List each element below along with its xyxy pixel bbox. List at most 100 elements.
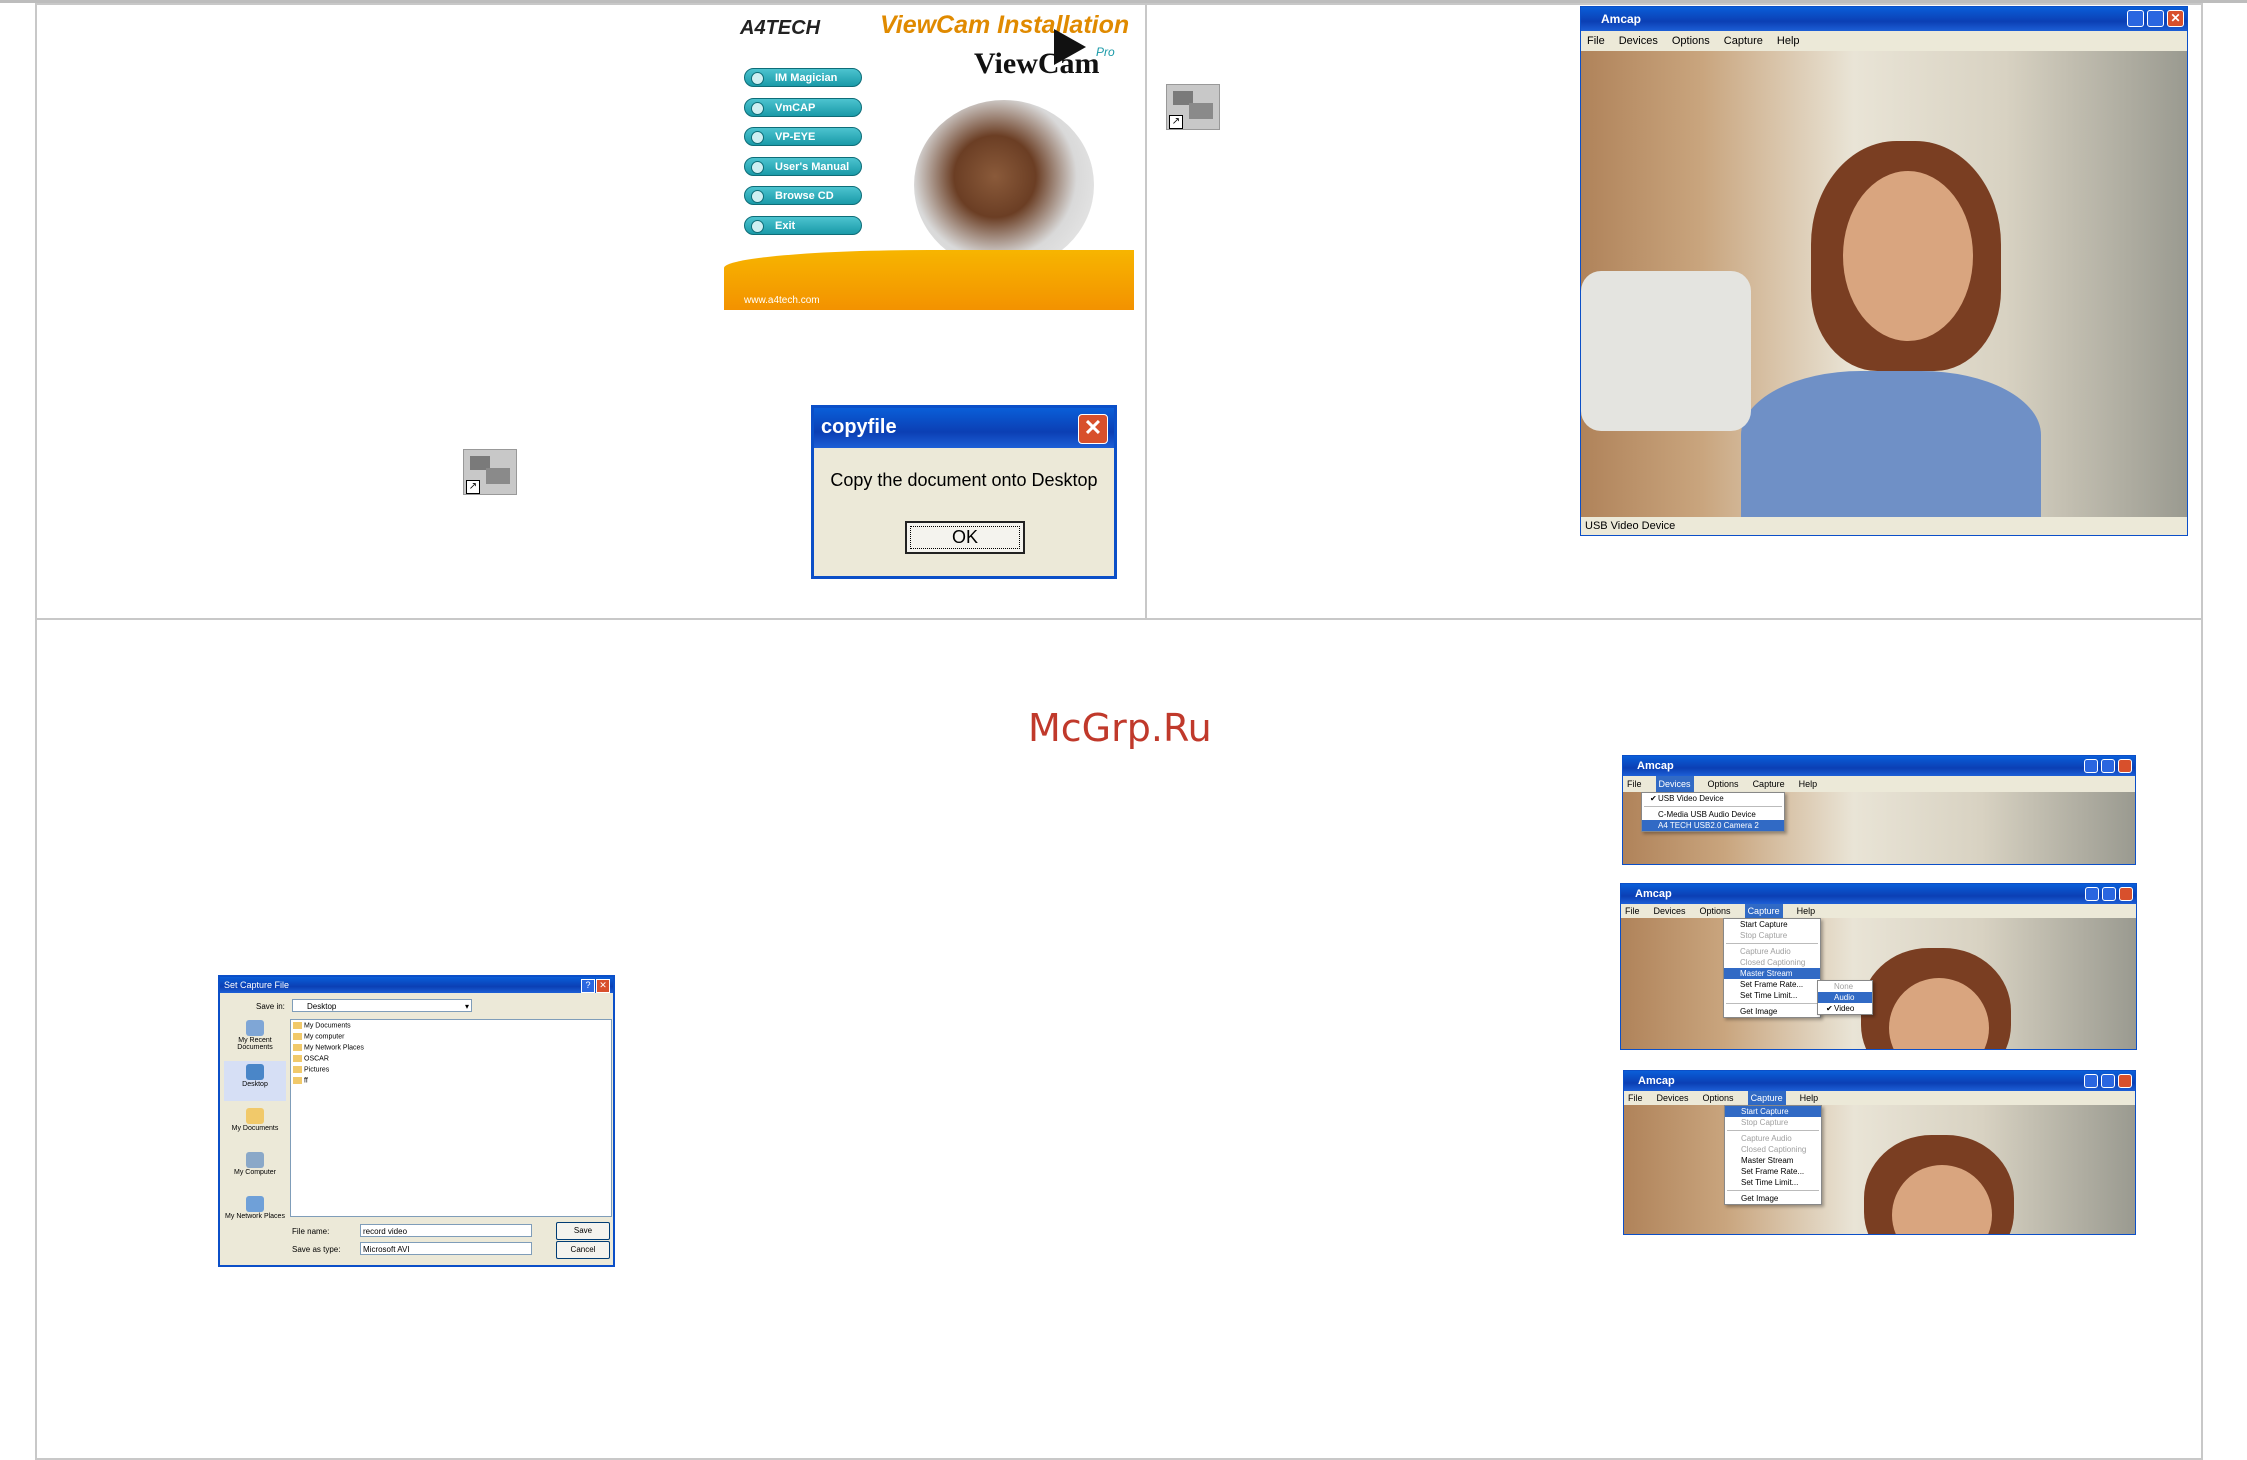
menu-item-closed-captioning[interactable]: Closed Captioning <box>1724 957 1820 968</box>
copyfile-titlebar: copyfile ✕ <box>814 408 1114 448</box>
file-type-select[interactable]: Microsoft AVI <box>360 1242 532 1255</box>
menu-options[interactable]: Options <box>1708 776 1739 792</box>
menu-devices[interactable]: Devices <box>1654 904 1686 918</box>
cancel-button[interactable]: Cancel <box>556 1241 610 1259</box>
menu-separator <box>1727 1130 1819 1131</box>
file-entry[interactable]: My Documents <box>293 1022 351 1029</box>
close-icon[interactable] <box>2118 759 2132 773</box>
maximize-icon[interactable] <box>2101 759 2115 773</box>
place-desktop[interactable]: Desktop <box>224 1061 286 1101</box>
menu-file[interactable]: File <box>1587 31 1605 51</box>
menu-item-c-media-usb-audio-device[interactable]: C-Media USB Audio Device <box>1642 809 1784 820</box>
menu-item-master-stream[interactable]: Master Stream <box>1725 1155 1821 1166</box>
menu-item-label: Set Frame Rate... <box>1741 1167 1805 1176</box>
menu-devices[interactable]: Devices <box>1655 776 1694 792</box>
menu-options[interactable]: Options <box>1703 1091 1734 1105</box>
help-icon[interactable]: ? <box>581 979 595 993</box>
menu-capture[interactable]: Capture <box>1744 904 1783 918</box>
maximize-icon[interactable] <box>2147 10 2164 27</box>
file-list[interactable]: My Documents My computer My Network Places… <box>290 1019 612 1217</box>
place-my-documents[interactable]: My Documents <box>224 1105 286 1145</box>
minimize-icon[interactable] <box>2084 1074 2098 1088</box>
place-my-recent-documents[interactable]: My Recent Documents <box>224 1017 286 1057</box>
save-button[interactable]: Save <box>556 1222 610 1240</box>
bullet-icon <box>751 72 764 85</box>
menu-help[interactable]: Help <box>1799 776 1818 792</box>
menu-item-usb-video-device[interactable]: ✔USB Video Device <box>1642 793 1784 804</box>
file-name-input[interactable]: record video <box>360 1224 532 1237</box>
menu-item-a4-tech-usb2-0-camera-2[interactable]: A4 TECH USB2.0 Camera 2 <box>1642 820 1784 831</box>
amcap-devices-titlebar: Amcap <box>1623 756 2135 776</box>
menu-item-master-stream[interactable]: Master Stream <box>1724 968 1820 979</box>
close-icon[interactable]: ✕ <box>596 979 610 993</box>
menu-item-set-frame-rate[interactable]: Set Frame Rate... <box>1724 979 1820 990</box>
menu-help[interactable]: Help <box>1777 31 1800 51</box>
menu-capture[interactable]: Capture <box>1724 31 1763 51</box>
menu-item-none[interactable]: None <box>1818 981 1872 992</box>
file-entry[interactable]: OSCAR <box>293 1055 329 1062</box>
menu-file[interactable]: File <box>1625 904 1640 918</box>
menu-item-label: Master Stream <box>1741 1156 1794 1165</box>
save-dialog-titlebar: Set Capture File ? ✕ <box>220 977 613 993</box>
menu-item-closed-captioning[interactable]: Closed Captioning <box>1725 1144 1821 1155</box>
menu-capture[interactable]: Capture <box>1753 776 1785 792</box>
menu-devices[interactable]: Devices <box>1619 31 1658 51</box>
amcap-statusbar: USB Video Device <box>1581 517 2187 535</box>
menu-item-get-image[interactable]: Get Image <box>1724 1006 1820 1017</box>
installer-button-exit[interactable]: Exit <box>744 215 862 235</box>
installer-button-user-s-manual[interactable]: User's Manual <box>744 156 862 176</box>
menu-item-set-time-limit[interactable]: Set Time Limit... <box>1724 990 1820 1001</box>
menu-item-stop-capture[interactable]: Stop Capture <box>1725 1117 1821 1128</box>
file-entry[interactable]: My Network Places <box>293 1044 364 1051</box>
folder-icon <box>293 1033 302 1040</box>
menu-item-capture-audio[interactable]: Capture Audio <box>1724 946 1820 957</box>
menu-file[interactable]: File <box>1627 776 1642 792</box>
place-my-computer[interactable]: My Computer <box>224 1149 286 1189</box>
close-icon[interactable] <box>2119 887 2133 901</box>
close-icon[interactable]: ✕ <box>1078 414 1108 444</box>
maximize-icon[interactable] <box>2102 887 2116 901</box>
minimize-icon[interactable] <box>2084 759 2098 773</box>
minimize-icon[interactable] <box>2085 887 2099 901</box>
menu-item-start-capture[interactable]: Start Capture <box>1724 919 1820 930</box>
menu-item-get-image[interactable]: Get Image <box>1725 1193 1821 1204</box>
installer-button-label: User's Manual <box>775 160 850 173</box>
file-entry[interactable]: ff <box>293 1077 308 1084</box>
menu-item-audio[interactable]: Audio <box>1818 992 1872 1003</box>
menu-item-video[interactable]: ✔Video <box>1818 1003 1872 1014</box>
menu-item-label: Get Image <box>1740 1007 1778 1016</box>
menu-item-stop-capture[interactable]: Stop Capture <box>1724 930 1820 941</box>
bullet-icon <box>751 190 764 203</box>
minimize-icon[interactable] <box>2127 10 2144 27</box>
menu-capture[interactable]: Capture <box>1747 1091 1786 1105</box>
place-my-network-places[interactable]: My Network Places <box>224 1193 286 1233</box>
menu-item-start-capture[interactable]: Start Capture <box>1725 1106 1821 1117</box>
checkmark-icon: ✔ <box>1826 1004 1833 1013</box>
menu-item-capture-audio[interactable]: Capture Audio <box>1725 1133 1821 1144</box>
save-in-dropdown[interactable]: Desktop ▾ <box>292 999 472 1012</box>
webcam-video-frame <box>1581 51 2187 517</box>
installer-button-browse-cd[interactable]: Browse CD <box>744 186 862 205</box>
desktop-icon <box>246 1064 264 1080</box>
menu-help[interactable]: Help <box>1800 1091 1819 1105</box>
program-shortcut-icon[interactable]: ↗ <box>463 449 517 495</box>
installer-button-vp-eye[interactable]: VP-EYE <box>744 127 862 146</box>
close-icon[interactable]: ✕ <box>2167 10 2184 27</box>
ok-button[interactable]: OK <box>905 521 1025 554</box>
file-entry[interactable]: Pictures <box>293 1066 329 1073</box>
file-entry[interactable]: My computer <box>293 1033 344 1040</box>
menu-item-label: None <box>1834 982 1854 991</box>
menu-file[interactable]: File <box>1628 1091 1643 1105</box>
program-shortcut-icon-2[interactable]: ↗ <box>1166 84 1220 130</box>
installer-button-vmcap[interactable]: VmCAP <box>744 97 862 117</box>
menu-options[interactable]: Options <box>1672 31 1710 51</box>
installer-button-im-magician-install[interactable]: IM Magician Install <box>744 68 862 103</box>
installer-photo <box>914 100 1094 270</box>
maximize-icon[interactable] <box>2101 1074 2115 1088</box>
close-icon[interactable] <box>2118 1074 2132 1088</box>
menu-options[interactable]: Options <box>1700 904 1731 918</box>
menu-devices[interactable]: Devices <box>1657 1091 1689 1105</box>
menu-item-set-time-limit[interactable]: Set Time Limit... <box>1725 1177 1821 1188</box>
menu-item-set-frame-rate[interactable]: Set Frame Rate... <box>1725 1166 1821 1177</box>
menu-help[interactable]: Help <box>1797 904 1816 918</box>
